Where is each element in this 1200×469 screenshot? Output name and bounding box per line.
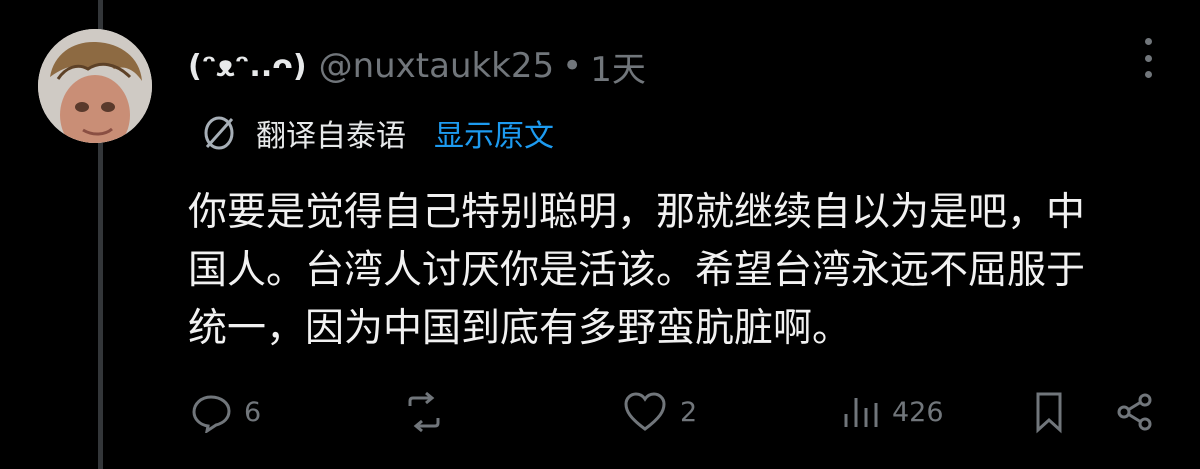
translated-from-label: 翻译自泰语 <box>256 119 406 154</box>
user-handle[interactable]: @nuxtaukk25 <box>319 46 555 86</box>
repost-icon <box>408 391 440 433</box>
reply-count: 6 <box>244 396 262 428</box>
translate-icon <box>204 116 234 150</box>
more-options-button[interactable] <box>1136 38 1160 78</box>
separator-dot: • <box>562 46 583 86</box>
repost-button[interactable] <box>402 384 446 440</box>
avatar[interactable] <box>38 29 152 143</box>
post-text: 你要是觉得自己特别聪明，那就继续自以为是吧，中 国人。台湾人讨厌你是活该。希望台… <box>188 190 1086 351</box>
bookmark-icon <box>1036 392 1062 434</box>
more-icon-dot <box>1144 71 1152 78</box>
share-button[interactable] <box>1114 384 1158 440</box>
like-button[interactable]: 2 <box>622 384 697 440</box>
display-name[interactable]: (ᵔᴥᵔ..ᴖ) <box>188 49 307 84</box>
post-header: (ᵔᴥᵔ..ᴖ) @nuxtaukk25 • 1天 <box>188 38 646 94</box>
more-icon <box>1144 38 1152 45</box>
share-icon <box>1117 393 1152 431</box>
views-button[interactable]: 426 <box>840 384 944 440</box>
reply-icon <box>192 395 231 433</box>
action-bar: 6 2 426 <box>190 384 1160 440</box>
like-count: 2 <box>680 396 698 428</box>
views-icon <box>844 398 878 427</box>
avatar-image <box>38 29 152 143</box>
heart-icon <box>624 392 666 431</box>
reply-button[interactable]: 6 <box>190 384 261 440</box>
translation-row: 翻译自泰语 显示原文 <box>198 108 554 158</box>
post-timestamp[interactable]: 1天 <box>590 42 646 91</box>
views-count: 426 <box>892 396 944 428</box>
bookmark-button[interactable] <box>1033 384 1065 440</box>
show-original-link[interactable]: 显示原文 <box>434 111 554 155</box>
more-icon-dot <box>1144 54 1152 62</box>
